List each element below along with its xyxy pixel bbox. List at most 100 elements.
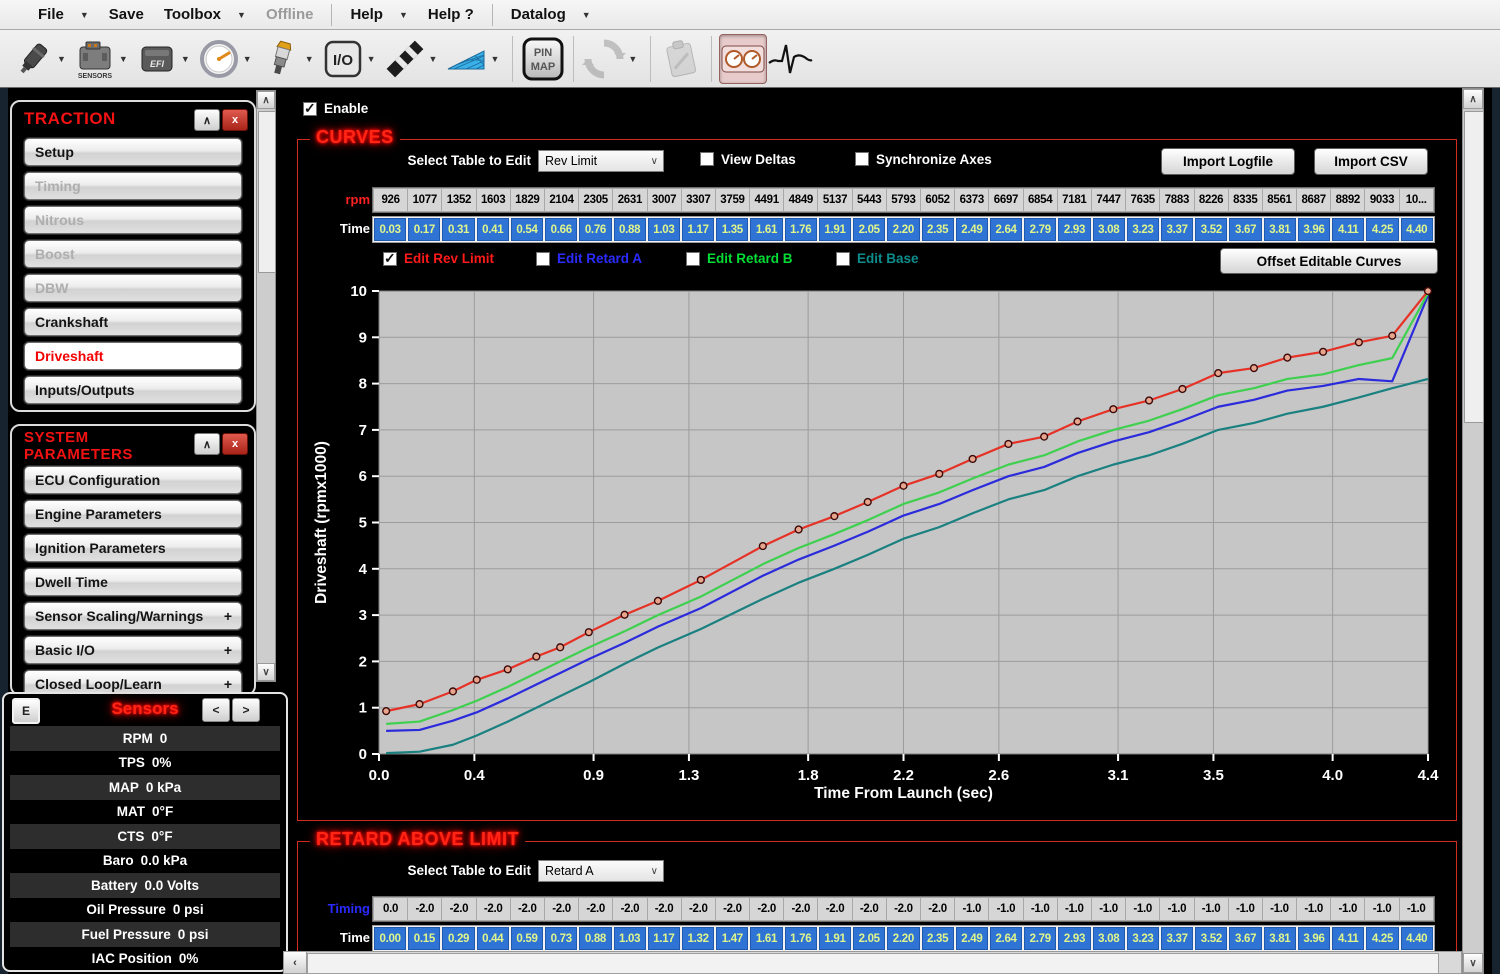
table-cell[interactable]: 4.11 bbox=[1332, 218, 1364, 241]
table-cell[interactable]: 0.59 bbox=[511, 927, 543, 950]
next-page-button[interactable]: > bbox=[232, 698, 260, 722]
driveshaft-curve-chart[interactable]: 0123456789100.00.40.91.31.82.22.63.13.54… bbox=[306, 283, 1453, 803]
table-cell[interactable]: -2.0 bbox=[648, 898, 681, 920]
table-cell[interactable]: 3.37 bbox=[1161, 927, 1193, 950]
table-cell[interactable]: -2.0 bbox=[784, 898, 817, 920]
table-cell[interactable]: 3.08 bbox=[1093, 927, 1125, 950]
table-cell[interactable]: -1.0 bbox=[1297, 898, 1330, 920]
table-cell[interactable]: 2305 bbox=[579, 189, 612, 211]
table-cell[interactable]: 4.40 bbox=[1401, 927, 1433, 950]
table-cell[interactable]: -1.0 bbox=[1160, 898, 1193, 920]
prev-page-button[interactable]: < bbox=[202, 698, 230, 722]
table-cell[interactable]: 1352 bbox=[442, 189, 475, 211]
table-cell[interactable]: 3307 bbox=[682, 189, 715, 211]
table-cell[interactable]: -1.0 bbox=[1195, 898, 1228, 920]
table-cell[interactable]: 3.67 bbox=[1229, 927, 1261, 950]
table-cell[interactable]: 1829 bbox=[511, 189, 544, 211]
table-cell[interactable]: 8892 bbox=[1331, 189, 1364, 211]
dropdown-arrow-icon[interactable]: ▼ bbox=[243, 54, 252, 64]
edit-checkbox-edit-base[interactable] bbox=[836, 252, 850, 266]
dropdown-arrow-icon[interactable]: ▼ bbox=[367, 54, 376, 64]
table-cell[interactable]: -1.0 bbox=[955, 898, 988, 920]
collapse-button[interactable]: ∧ bbox=[194, 109, 220, 131]
table-cell[interactable]: 7181 bbox=[1058, 189, 1091, 211]
menu-item-file[interactable]: File▼ bbox=[28, 6, 99, 23]
table-cell[interactable]: -2.0 bbox=[682, 898, 715, 920]
table-cell[interactable]: 0.41 bbox=[477, 218, 509, 241]
table-cell[interactable]: 1.76 bbox=[785, 927, 817, 950]
surface-map-tool-button[interactable] bbox=[443, 35, 489, 83]
traction-item-crankshaft[interactable]: Crankshaft bbox=[24, 308, 242, 336]
table-cell[interactable]: 0.54 bbox=[511, 218, 543, 241]
table-cell[interactable]: 1.91 bbox=[819, 927, 851, 950]
table-cell[interactable]: 1.61 bbox=[750, 218, 782, 241]
table-cell[interactable]: 6697 bbox=[989, 189, 1022, 211]
table-cell[interactable]: 1077 bbox=[408, 189, 441, 211]
gauge-tool-button[interactable] bbox=[196, 35, 242, 83]
table-cell[interactable]: 3.37 bbox=[1161, 218, 1193, 241]
table-cell[interactable]: -2.0 bbox=[477, 898, 510, 920]
table-cell[interactable]: 6854 bbox=[1024, 189, 1057, 211]
table-cell[interactable]: 5443 bbox=[853, 189, 886, 211]
dropdown-arrow-icon[interactable]: ▼ bbox=[305, 54, 314, 64]
table-cell[interactable]: 2.93 bbox=[1058, 218, 1090, 241]
close-button[interactable]: x bbox=[222, 109, 248, 131]
table-cell[interactable]: -2.0 bbox=[818, 898, 851, 920]
table-cell[interactable]: 0.31 bbox=[442, 218, 474, 241]
left-panel-scrollbar[interactable]: ∧ ∨ bbox=[256, 90, 276, 682]
menu-item-datalog[interactable]: Datalog▼ bbox=[501, 6, 601, 23]
table-cell[interactable]: 0.88 bbox=[579, 927, 611, 950]
scrollbar-thumb[interactable] bbox=[307, 953, 1439, 974]
table-cell[interactable]: 4.25 bbox=[1366, 218, 1398, 241]
table-cell[interactable]: -2.0 bbox=[545, 898, 578, 920]
table-cell[interactable]: 0.00 bbox=[374, 927, 406, 950]
table-cell[interactable]: -2.0 bbox=[511, 898, 544, 920]
table-cell[interactable]: -1.0 bbox=[1229, 898, 1262, 920]
system-item-ecu-configuration[interactable]: ECU Configuration bbox=[24, 466, 242, 494]
table-cell[interactable]: 2104 bbox=[545, 189, 578, 211]
table-cell[interactable]: 2.20 bbox=[887, 927, 919, 950]
horizontal-scrollbar[interactable]: ‹ bbox=[283, 951, 1462, 974]
table-cell[interactable]: 3.96 bbox=[1298, 218, 1330, 241]
table-cell[interactable]: -2.0 bbox=[579, 898, 612, 920]
dropdown-arrow-icon[interactable]: ▼ bbox=[490, 54, 499, 64]
table-cell[interactable]: 4.40 bbox=[1401, 218, 1433, 241]
table-cell[interactable]: 3.81 bbox=[1264, 218, 1296, 241]
table-cell[interactable]: 6052 bbox=[921, 189, 954, 211]
table-cell[interactable]: -2.0 bbox=[750, 898, 783, 920]
table-cell[interactable]: -1.0 bbox=[1331, 898, 1364, 920]
table-cell[interactable]: 926 bbox=[374, 189, 407, 211]
table-cell[interactable]: 8561 bbox=[1263, 189, 1296, 211]
table-select-dropdown[interactable]: Rev Limit∨ bbox=[538, 150, 664, 172]
table-cell[interactable]: 7883 bbox=[1160, 189, 1193, 211]
table-cell[interactable]: 4.11 bbox=[1332, 927, 1364, 950]
table-cell[interactable]: -1.0 bbox=[1092, 898, 1125, 920]
table-cell[interactable]: 3759 bbox=[716, 189, 749, 211]
import-csv-button[interactable]: Import CSV bbox=[1314, 148, 1428, 175]
dropdown-arrow-icon[interactable]: ▼ bbox=[57, 54, 66, 64]
injector-tool-button[interactable] bbox=[10, 35, 56, 83]
table-cell[interactable]: 0.88 bbox=[614, 218, 646, 241]
edit-checkbox-edit-retard-b[interactable] bbox=[686, 252, 700, 266]
scroll-up-icon[interactable]: ∧ bbox=[257, 91, 275, 109]
efi-module-tool-button[interactable]: EFI bbox=[134, 35, 180, 83]
menu-item-toolbox[interactable]: Toolbox▼ bbox=[154, 6, 256, 23]
system-item-engine-parameters[interactable]: Engine Parameters bbox=[24, 500, 242, 528]
table-cell[interactable]: 0.66 bbox=[545, 218, 577, 241]
table-cell[interactable]: 3.08 bbox=[1093, 218, 1125, 241]
table-cell[interactable]: 1.61 bbox=[750, 927, 782, 950]
table-cell[interactable]: -1.0 bbox=[1400, 898, 1433, 920]
table-cell[interactable]: 2.93 bbox=[1058, 927, 1090, 950]
menu-item-help[interactable]: Help ? bbox=[418, 6, 484, 23]
menu-item-help[interactable]: Help▼ bbox=[340, 6, 417, 23]
dropdown-arrow-icon[interactable]: ▼ bbox=[119, 54, 128, 64]
table-cell[interactable]: 0.44 bbox=[477, 927, 509, 950]
table-cell[interactable]: -2.0 bbox=[887, 898, 920, 920]
system-item-sensor-scaling-warnings[interactable]: Sensor Scaling/Warnings+ bbox=[24, 602, 242, 630]
table-cell[interactable]: 1.35 bbox=[716, 218, 748, 241]
table-cell[interactable]: 1.47 bbox=[716, 927, 748, 950]
table-cell[interactable]: -2.0 bbox=[613, 898, 646, 920]
table-cell[interactable]: 0.0 bbox=[374, 898, 407, 920]
table-cell[interactable]: 5137 bbox=[818, 189, 851, 211]
table-cell[interactable]: 3.52 bbox=[1195, 218, 1227, 241]
